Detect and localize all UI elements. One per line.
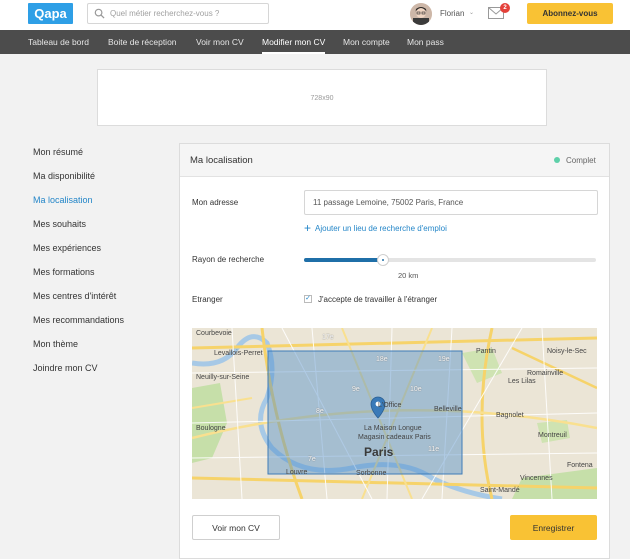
avatar-image	[410, 3, 432, 25]
map-label-fontenay: Fontena	[567, 462, 593, 469]
address-input[interactable]	[304, 190, 598, 215]
address-label: Mon adresse	[192, 198, 239, 207]
sidebar-item-availability[interactable]: Ma disponibilité	[33, 171, 95, 181]
map-label-maison: La Maison Longue	[364, 425, 422, 432]
slider-handle[interactable]	[377, 254, 389, 266]
map-label-pantin: Pantin	[476, 348, 496, 355]
map-label-vincennes: Vincennes	[520, 475, 553, 482]
abroad-checkbox[interactable]: ✓	[304, 295, 312, 303]
slider-fill	[304, 258, 383, 262]
map-label-office: L'Office	[378, 402, 402, 409]
radius-label: Rayon de recherche	[192, 255, 265, 264]
nav-pass[interactable]: Mon pass	[407, 30, 444, 54]
abroad-label: Etranger	[192, 295, 223, 304]
map-label-montreuil: Montreuil	[538, 432, 567, 439]
nav-inbox[interactable]: Boite de réception	[108, 30, 177, 54]
sidebar-item-attach-cv[interactable]: Joindre mon CV	[33, 363, 98, 373]
user-name[interactable]: Florian	[440, 9, 464, 18]
plus-icon: +	[304, 221, 312, 235]
map-label-10e: 10e	[410, 386, 422, 393]
nav-dashboard[interactable]: Tableau de bord	[28, 30, 89, 54]
notification-badge: 2	[500, 3, 510, 13]
location-panel: Ma localisation Complet Mon adresse +Ajo…	[179, 143, 610, 559]
map-label-magasin: Magasin cadeaux Paris	[358, 434, 431, 441]
view-cv-button[interactable]: Voir mon CV	[192, 515, 280, 540]
status-dot-icon	[554, 157, 560, 163]
nav-view-cv[interactable]: Voir mon CV	[196, 30, 244, 54]
panel-title: Ma localisation	[190, 155, 253, 166]
radius-value: 20 km	[398, 271, 419, 280]
add-location-label: Ajouter un lieu de recherche d'emploi	[315, 224, 447, 233]
panel-header: Ma localisation Complet	[180, 144, 609, 177]
map-label-sorbonne: Sorbonne	[356, 470, 387, 477]
top-header: Qapa Florian ⌄ 2 Abonnez-vous	[0, 0, 630, 30]
map-label-levallois: Levallois-Perret	[214, 350, 263, 357]
map-label-7e: 7e	[308, 456, 316, 463]
qapa-logo[interactable]: Qapa	[28, 3, 73, 24]
map-label-paris: Paris	[364, 445, 394, 459]
sidebar-item-trainings[interactable]: Mes formations	[33, 267, 95, 277]
chevron-down-icon[interactable]: ⌄	[469, 9, 474, 16]
sidebar-item-recommendations[interactable]: Mes recommandations	[33, 315, 124, 325]
nav-edit-cv[interactable]: Modifier mon CV	[262, 30, 326, 54]
map-label-neuilly: Neuilly-sur-Seine	[196, 374, 250, 381]
map-label-17e: 17e	[322, 334, 334, 341]
map-label-18e: 18e	[376, 356, 388, 363]
map-label-saint-mande: Saint-Mandé	[480, 487, 520, 494]
sidebar-item-experiences[interactable]: Mes expériences	[33, 243, 101, 253]
search-input[interactable]	[110, 5, 264, 22]
radius-slider[interactable]	[304, 253, 596, 267]
save-button[interactable]: Enregistrer	[510, 515, 597, 540]
map-label-bagnolet: Bagnolet	[496, 412, 524, 419]
sidebar-item-theme[interactable]: Mon thème	[33, 339, 78, 349]
map-label-courbevoie: Courbevoie	[196, 330, 232, 337]
status-label: Complet	[566, 156, 596, 165]
map-label-19e: 19e	[438, 356, 450, 363]
sidebar-item-wishes[interactable]: Mes souhaits	[33, 219, 86, 229]
search-box[interactable]	[87, 3, 269, 24]
subscribe-button[interactable]: Abonnez-vous	[527, 3, 613, 24]
map-label-lilas: Les Lilas	[508, 378, 536, 385]
sidebar-item-interests[interactable]: Mes centres d'intérêt	[33, 291, 116, 301]
map-label-romainville: Romainville	[527, 370, 564, 377]
sidebar-item-location[interactable]: Ma localisation	[33, 195, 93, 205]
nav-account[interactable]: Mon compte	[343, 30, 390, 54]
map-label-belleville: Belleville	[434, 406, 462, 413]
abroad-checkbox-label[interactable]: J'accepte de travailler à l'étranger	[318, 295, 437, 304]
sidebar-item-resume[interactable]: Mon résumé	[33, 147, 83, 157]
add-location-link[interactable]: + Ajouter un lieu de recherche d'emploi	[304, 221, 447, 235]
map-label-8e: 8e	[316, 408, 324, 415]
location-map[interactable]: Courbevoie Levallois-Perret Neuilly-sur-…	[192, 328, 597, 499]
map-label-boulogne: Boulogne	[196, 425, 226, 432]
map-label-11e: 11e	[428, 446, 440, 453]
map-label-noisy: Noisy-le-Sec	[547, 348, 587, 355]
avatar[interactable]	[410, 3, 432, 25]
map-label-louvre: Louvre	[286, 469, 308, 476]
map-label-9e: 9e	[352, 386, 360, 393]
ad-banner[interactable]: 728x90	[97, 69, 547, 126]
search-icon	[94, 8, 105, 19]
main-nav: Tableau de bord Boite de réception Voir …	[0, 30, 630, 54]
